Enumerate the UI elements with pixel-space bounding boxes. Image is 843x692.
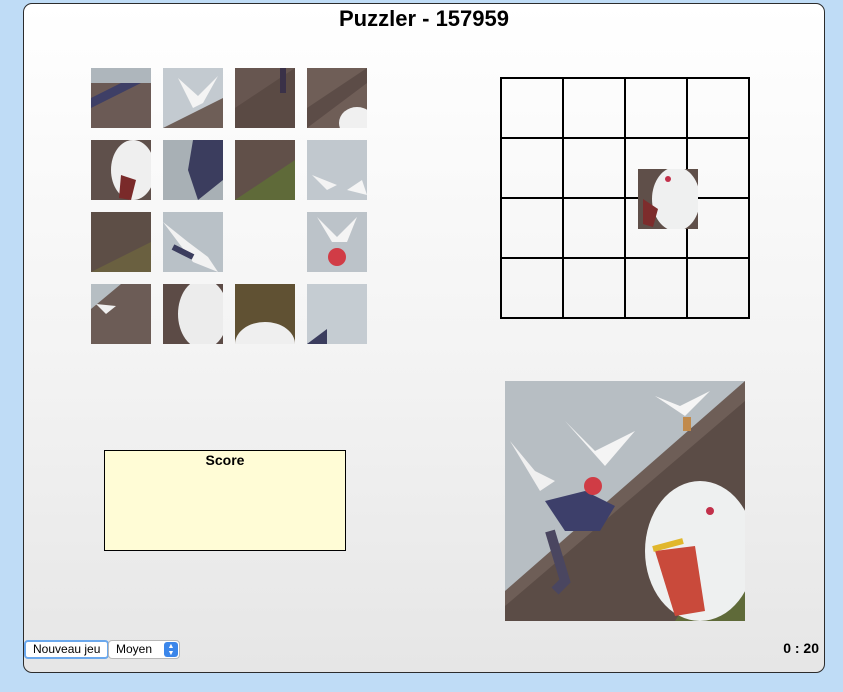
grid-cell[interactable]: [563, 138, 625, 198]
piece-r4c2[interactable]: [163, 284, 223, 344]
piece-r1c3[interactable]: [235, 68, 295, 128]
grid-cell[interactable]: [687, 78, 749, 138]
difficulty-select[interactable]: Moyen ▲ ▼: [108, 640, 180, 659]
piece-r2c1[interactable]: [91, 140, 151, 200]
piece-r2c2[interactable]: [163, 140, 223, 200]
piece-r4c1[interactable]: [91, 284, 151, 344]
grid-cell[interactable]: [563, 198, 625, 258]
target-grid: [500, 77, 750, 319]
score-box: Score: [104, 450, 346, 551]
grid-cell[interactable]: [501, 258, 563, 318]
piece-r4c3[interactable]: [235, 284, 295, 344]
grid-cell[interactable]: [501, 78, 563, 138]
placed-piece[interactable]: [638, 169, 698, 229]
score-label: Score: [205, 452, 245, 468]
piece-r3c3: [235, 212, 295, 272]
piece-r1c2[interactable]: [163, 68, 223, 128]
grid-cell[interactable]: [563, 258, 625, 318]
piece-r1c4[interactable]: [307, 68, 367, 128]
piece-r4c4[interactable]: [307, 284, 367, 344]
piece-r2c4[interactable]: [307, 140, 367, 200]
piece-r3c4[interactable]: [307, 212, 367, 272]
grid-cell[interactable]: [687, 258, 749, 318]
piece-r3c1[interactable]: [91, 212, 151, 272]
grid-cell[interactable]: [501, 138, 563, 198]
grid-cell[interactable]: [625, 78, 687, 138]
reference-image: [505, 381, 745, 621]
grid-cell[interactable]: [563, 78, 625, 138]
chevron-updown-icon: ▲ ▼: [164, 642, 178, 657]
puzzle-window: Puzzler - 157959 Score Nouveau jeu Moyen…: [23, 3, 825, 673]
grid-cell[interactable]: [501, 198, 563, 258]
page-title: Puzzler - 157959: [339, 6, 509, 31]
grid-cell[interactable]: [625, 258, 687, 318]
timer: 0 : 20: [783, 640, 819, 656]
piece-r2c3[interactable]: [235, 140, 295, 200]
difficulty-selected-value: Moyen: [116, 642, 153, 656]
new-game-button[interactable]: Nouveau jeu: [24, 640, 110, 659]
piece-r1c1[interactable]: [91, 68, 151, 128]
piece-r3c2[interactable]: [163, 212, 223, 272]
